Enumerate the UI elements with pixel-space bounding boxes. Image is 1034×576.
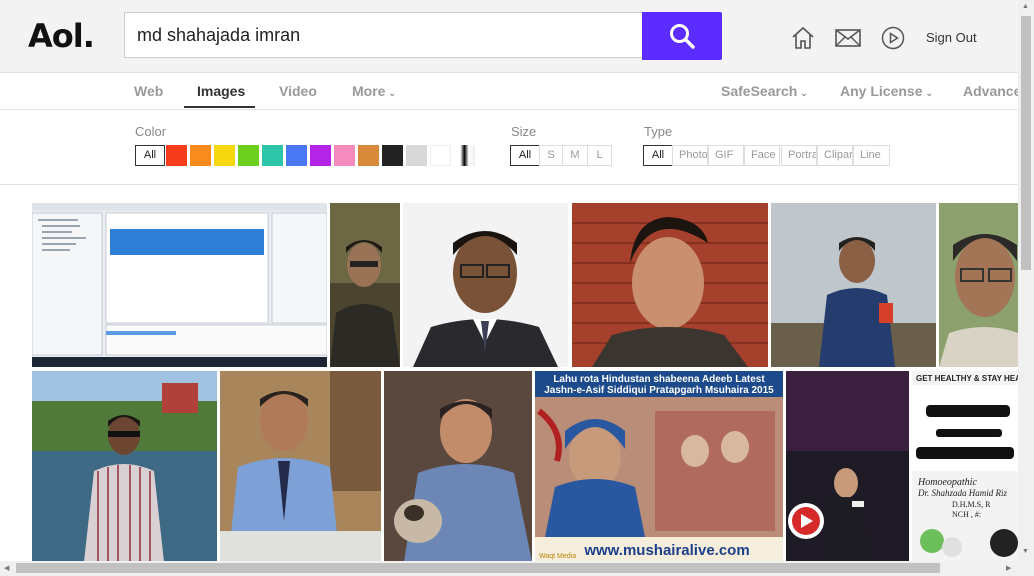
screenshot-thumbnail: [32, 203, 327, 367]
color-swatch[interactable]: [334, 145, 355, 166]
mushaira-title-line-2: Jashn-e-Asif Siddiqui Pratapgarh Msuhair…: [544, 385, 774, 396]
image-result[interactable]: [330, 203, 400, 367]
image-result[interactable]: www.mushairalive.com Waqt Media Lahu rot…: [535, 371, 783, 562]
chevron-down-icon: ⌄: [925, 88, 934, 98]
search-tabs: Web Images Video More ⌄ SafeSearch ⌄ Any L…: [0, 73, 1030, 110]
ad-line-4: NCH , #:: [952, 510, 981, 519]
tab-images[interactable]: Images: [197, 83, 245, 99]
image-result[interactable]: [384, 371, 532, 562]
scroll-up-icon[interactable]: ▲: [1022, 3, 1029, 10]
type-all-chip[interactable]: All: [643, 145, 673, 166]
home-button[interactable]: [790, 25, 816, 51]
photo-thumbnail: [384, 371, 532, 562]
active-tab-indicator: [184, 106, 255, 108]
vertical-scroll-thumb[interactable]: [1021, 16, 1031, 270]
color-swatch[interactable]: [190, 145, 211, 166]
tab-web[interactable]: Web: [134, 83, 163, 99]
photo-thumbnail: [32, 371, 217, 562]
ad-line-1: Homoeopathic: [917, 477, 977, 488]
horizontal-scroll-thumb[interactable]: [16, 563, 940, 573]
mail-button[interactable]: [835, 25, 861, 51]
type-face-chip[interactable]: Face: [744, 145, 780, 166]
ad-thumbnail: GET HEALTHY & STAY HEALTHY Homoeopathic …: [912, 371, 1018, 562]
color-swatch[interactable]: [382, 145, 403, 166]
filter-bar: Color All Size All S M L Type All Photo …: [0, 110, 1018, 185]
color-swatch[interactable]: [430, 145, 451, 166]
search-input[interactable]: [125, 13, 642, 57]
size-all-chip[interactable]: All: [510, 145, 540, 166]
size-large-chip[interactable]: L: [587, 145, 612, 166]
image-result[interactable]: [786, 371, 909, 562]
color-swatch[interactable]: [454, 145, 475, 166]
color-swatch[interactable]: [358, 145, 379, 166]
tab-more-label: More: [352, 83, 386, 99]
play-icon: [881, 26, 905, 50]
type-filter-label: Type: [644, 124, 673, 139]
tab-more[interactable]: More ⌄: [352, 83, 396, 99]
license-dropdown[interactable]: Any License ⌄: [840, 83, 933, 99]
ad-top-text: GET HEALTHY & STAY HEALTHY: [916, 374, 1018, 383]
image-result[interactable]: [403, 203, 568, 367]
color-swatch[interactable]: [262, 145, 283, 166]
photo-thumbnail: [330, 203, 400, 367]
photo-thumbnail: [786, 371, 909, 562]
image-result[interactable]: [572, 203, 768, 367]
mushaira-title-line-1: Lahu rota Hindustan shabeena Adeeb Lates…: [553, 374, 765, 385]
mail-icon: [835, 29, 861, 47]
scroll-down-icon[interactable]: ▼: [1022, 548, 1029, 555]
ad-line-2: Dr. Shahzada Hamid Riz: [917, 488, 1008, 498]
photo-thumbnail: [403, 203, 568, 367]
video-button[interactable]: [880, 25, 906, 51]
chevron-down-icon: ⌄: [800, 88, 808, 98]
image-result[interactable]: [939, 203, 1018, 367]
color-swatch[interactable]: [310, 145, 331, 166]
type-portrait-chip[interactable]: Portrait: [781, 145, 817, 166]
photo-thumbnail: [572, 203, 768, 367]
color-swatch[interactable]: [406, 145, 427, 166]
poster-thumbnail: www.mushairalive.com Waqt Media Lahu rot…: [535, 371, 783, 562]
color-swatch[interactable]: [166, 145, 187, 166]
sign-out-link[interactable]: Sign Out: [926, 30, 977, 45]
image-result[interactable]: [771, 203, 936, 367]
aol-logo[interactable]: Aol.: [28, 17, 95, 55]
search-icon: [670, 24, 695, 49]
scroll-right-icon[interactable]: ▶: [1006, 564, 1011, 572]
mushaira-badge-text: Waqt Media: [539, 553, 576, 560]
vertical-scrollbar[interactable]: ▲ ▼: [1018, 0, 1034, 576]
tab-video[interactable]: Video: [279, 83, 317, 99]
header-bar: Aol. Sign Out: [0, 0, 1018, 73]
photo-thumbnail: [939, 203, 1018, 367]
type-photo-chip[interactable]: Photo: [672, 145, 708, 166]
image-result[interactable]: [32, 203, 327, 367]
image-result[interactable]: GET HEALTHY & STAY HEALTHY Homoeopathic …: [912, 371, 1018, 562]
color-swatch[interactable]: [214, 145, 235, 166]
scroll-left-icon[interactable]: ◀: [4, 564, 9, 572]
color-swatch[interactable]: [286, 145, 307, 166]
license-label: Any License: [840, 83, 923, 99]
color-swatch[interactable]: [238, 145, 259, 166]
search-box[interactable]: [124, 12, 642, 58]
color-all-chip[interactable]: All: [135, 145, 165, 166]
size-filter-label: Size: [511, 124, 537, 139]
image-results-grid: www.mushairalive.com Waqt Media Lahu rot…: [0, 185, 1018, 562]
chevron-down-icon: ⌄: [388, 88, 396, 98]
type-gif-chip[interactable]: GIF: [708, 145, 744, 166]
horizontal-scrollbar[interactable]: ◀ ▶: [0, 561, 1018, 576]
photo-thumbnail: [771, 203, 936, 367]
image-result[interactable]: [220, 371, 381, 562]
size-small-chip[interactable]: S: [539, 145, 563, 166]
safesearch-dropdown[interactable]: SafeSearch ⌄: [721, 83, 808, 99]
color-filter-label: Color: [135, 124, 167, 139]
type-clipart-chip[interactable]: Clipart: [817, 145, 853, 166]
image-result[interactable]: [32, 371, 217, 562]
size-medium-chip[interactable]: M: [562, 145, 588, 166]
safesearch-label: SafeSearch: [721, 83, 798, 99]
home-icon: [792, 26, 814, 49]
ad-line-3: D.H.M.S, R: [952, 500, 991, 509]
search-button[interactable]: [642, 12, 722, 60]
photo-thumbnail: [220, 371, 381, 562]
mushaira-url-text: www.mushairalive.com: [583, 542, 749, 559]
type-line-chip[interactable]: Line: [853, 145, 890, 166]
